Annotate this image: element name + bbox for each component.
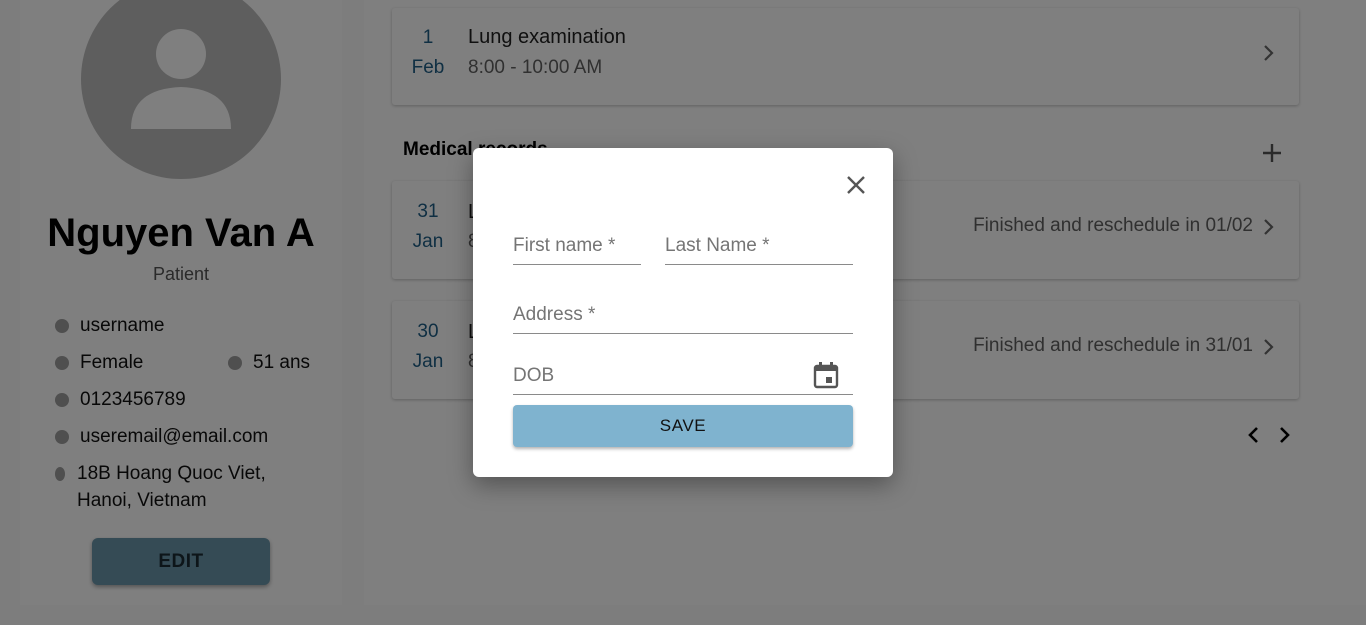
last-name-label: Last Name * <box>665 235 770 256</box>
address-label: Address * <box>513 304 596 325</box>
add-record-dialog: First name * Last Name * Address * DOB S… <box>473 148 893 477</box>
close-icon[interactable] <box>843 172 869 198</box>
first-name-label: First name * <box>513 235 616 256</box>
address-field[interactable]: Address * <box>513 301 853 334</box>
last-name-field[interactable]: Last Name * <box>665 232 853 265</box>
first-name-field[interactable]: First name * <box>513 232 641 265</box>
dob-field[interactable]: DOB <box>513 358 853 395</box>
calendar-icon[interactable] <box>813 361 839 394</box>
save-button[interactable]: SAVE <box>513 405 853 447</box>
dob-label: DOB <box>513 365 555 386</box>
